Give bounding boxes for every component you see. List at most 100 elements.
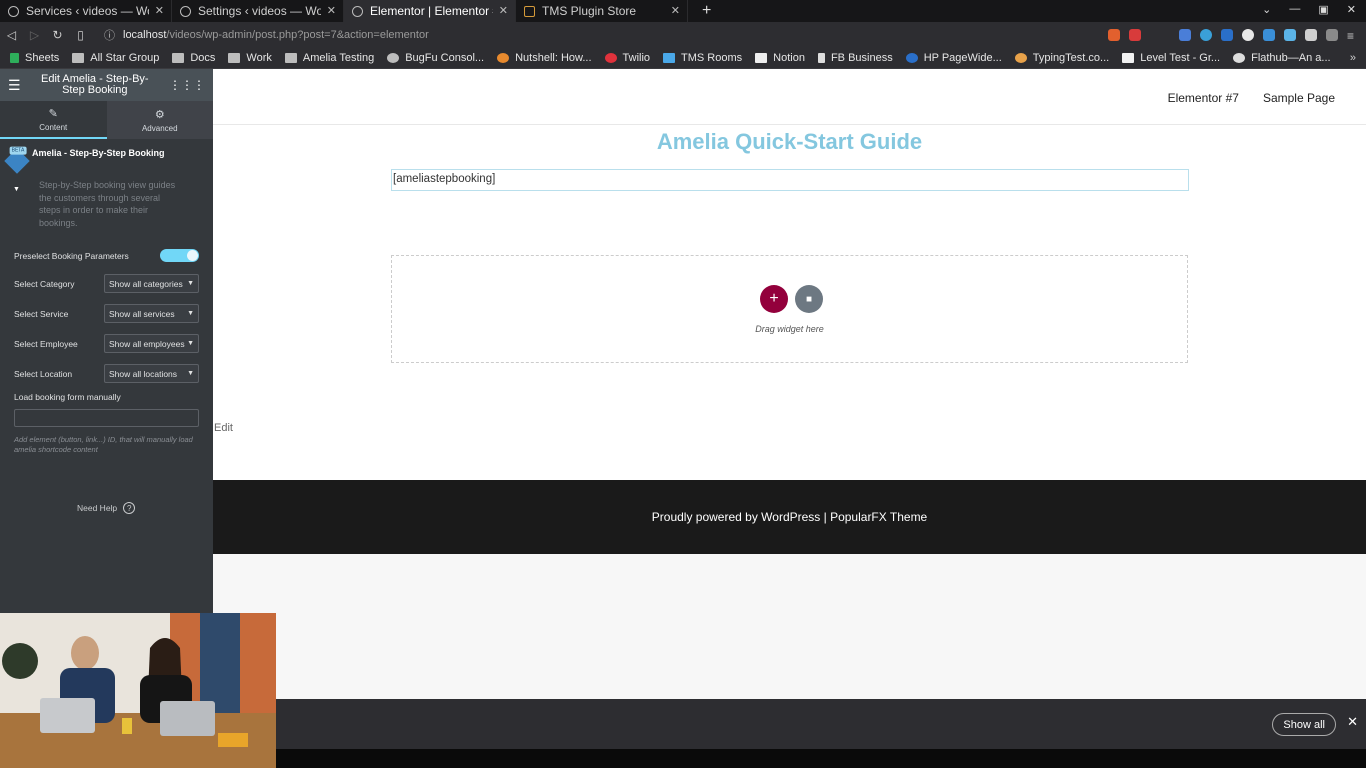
close-icon[interactable]: ✕ <box>1347 714 1358 730</box>
category-select[interactable]: Show all categories ▼ <box>104 274 199 293</box>
field-label: Select Category <box>14 278 75 289</box>
bookmark-item[interactable]: All Star Group <box>72 52 159 64</box>
bookmarks-bar: Sheets All Star Group Docs Work Amelia T… <box>0 47 1366 69</box>
preselect-row: Preselect Booking Parameters <box>14 249 199 262</box>
extension-icon[interactable] <box>1199 28 1212 41</box>
site-info-icon[interactable]: ⓘ <box>104 27 115 43</box>
extension-icon[interactable] <box>1262 28 1275 41</box>
field-row-employee: Select Employee Show all employees ▼ <box>14 334 199 353</box>
nav-link-sample-page[interactable]: Sample Page <box>1263 91 1335 105</box>
caret-down-icon[interactable]: ▼ <box>13 186 20 193</box>
extension-icon[interactable] <box>1220 28 1233 41</box>
header-divider <box>213 124 1366 125</box>
hamburger-menu-icon[interactable]: ☰ <box>8 77 21 94</box>
typingtest-icon <box>1014 52 1027 63</box>
page-preview: Elementor #7 Sample Page Amelia Quick-St… <box>213 69 1366 699</box>
bookmark-label: Flathub—An a... <box>1251 51 1331 64</box>
employee-select[interactable]: Show all employees ▼ <box>104 334 199 353</box>
sheets-icon <box>10 52 19 63</box>
need-help-link[interactable]: Need Help? <box>77 502 136 514</box>
browser-tab[interactable]: Settings ‹ videos — WordPress ✕ <box>172 0 344 22</box>
beta-badge: BETA <box>9 146 27 155</box>
bookmark-item[interactable]: Twilio <box>604 52 650 64</box>
maximize-icon[interactable]: ▣ <box>1318 3 1328 16</box>
tab-advanced[interactable]: ⚙ Advanced <box>107 101 214 139</box>
need-help-label: Need Help <box>77 503 118 513</box>
browser-tab[interactable]: Services ‹ videos — WordPress ✕ <box>0 0 172 22</box>
url-field[interactable]: ⓘ localhost/videos/wp-admin/post.php?pos… <box>104 27 1108 43</box>
bookmark-item[interactable]: Work <box>228 52 272 64</box>
show-all-button[interactable]: Show all <box>1272 713 1336 736</box>
extension-icon[interactable] <box>1178 28 1191 41</box>
brave-shield-icon[interactable] <box>1107 28 1120 41</box>
field-row-category: Select Category Show all categories ▼ <box>14 274 199 293</box>
nav-link-elementor-7[interactable]: Elementor #7 <box>1168 91 1239 105</box>
bookmark-item[interactable]: TypingTest.co... <box>1014 52 1109 64</box>
bookmark-item[interactable]: Docs <box>172 52 215 64</box>
load-form-id-input[interactable] <box>14 409 199 427</box>
widget-title: Amelia - Step-By-Step Booking <box>32 148 165 158</box>
close-icon[interactable]: ✕ <box>671 4 680 17</box>
brave-rewards-icon[interactable] <box>1128 28 1141 41</box>
tab-list-icon[interactable]: ⌄ <box>1262 3 1271 16</box>
bookmark-item[interactable]: TMS Rooms <box>663 52 742 64</box>
extension-icon[interactable] <box>1241 28 1254 41</box>
service-select[interactable]: Show all services ▼ <box>104 304 199 323</box>
forward-icon[interactable]: ▷ <box>23 28 46 42</box>
bookmark-label: Notion <box>773 51 805 64</box>
bookmark-item[interactable]: Amelia Testing <box>284 52 374 64</box>
bookmark-item[interactable]: Notion <box>755 52 805 64</box>
close-icon[interactable]: ✕ <box>327 4 336 17</box>
select-value: Show all services <box>109 308 175 319</box>
folder-icon <box>228 52 241 63</box>
reload-icon[interactable]: ↻ <box>46 28 69 42</box>
bookmark-item[interactable]: Flathub—An a... <box>1233 52 1331 64</box>
puzzle-icon[interactable] <box>1304 28 1317 41</box>
select-value: Show all locations <box>109 368 178 379</box>
widget-drop-zone[interactable]: + ■ Drag widget here <box>391 255 1188 363</box>
field-label: Select Service <box>14 308 69 319</box>
minimize-icon[interactable]: — <box>1289 3 1300 16</box>
close-icon[interactable]: ✕ <box>155 4 164 17</box>
bookmark-item[interactable]: BugFu Consol... <box>387 52 484 64</box>
bookmark-icon[interactable]: ▯ <box>69 28 92 42</box>
bookmark-item[interactable]: HP PageWide... <box>905 52 1002 64</box>
add-template-button[interactable]: ■ <box>795 285 823 313</box>
extension-icon[interactable] <box>1283 28 1296 41</box>
tab-content[interactable]: ✎ Content <box>0 101 107 139</box>
page-title: Amelia Quick-Start Guide <box>656 129 923 154</box>
address-bar: ◁ ▷ ↻ ▯ ⓘ localhost/videos/wp-admin/post… <box>0 22 1366 47</box>
question-icon: ? <box>123 502 136 514</box>
folder-icon <box>172 52 185 63</box>
back-icon[interactable]: ◁ <box>0 28 23 42</box>
location-select[interactable]: Show all locations ▼ <box>104 364 199 383</box>
widget-description: Step-by-Step booking view guides the cus… <box>39 180 176 228</box>
bookmark-item[interactable]: Nutshell: How... <box>497 52 592 64</box>
preselect-toggle[interactable] <box>160 249 199 262</box>
panel-tabs: ✎ Content ⚙ Advanced <box>0 101 213 139</box>
widget-header: BETA Amelia - Step-By-Step Booking <box>0 139 213 174</box>
close-icon[interactable]: ✕ <box>499 4 508 17</box>
bookmark-item[interactable]: Level Test - Gr... <box>1122 52 1220 64</box>
leveltest-icon <box>1122 52 1135 63</box>
edit-link[interactable]: Edit <box>214 422 233 434</box>
shortcode-widget[interactable]: [ameliastepbooking] <box>391 169 1189 191</box>
widgets-grid-icon[interactable]: ⋮⋮⋮ <box>169 78 205 92</box>
add-section-button[interactable]: + <box>760 285 788 313</box>
field-row-service: Select Service Show all services ▼ <box>14 304 199 323</box>
dropdown-arrow-icon: ▼ <box>187 310 194 317</box>
url-path: /videos/wp-admin/post.php?post=7&action=… <box>166 28 429 41</box>
amelia-logo-icon: BETA <box>4 146 30 174</box>
wallet-icon[interactable] <box>1325 28 1338 41</box>
browser-tab-active[interactable]: Elementor | Elementor #7 ✕ <box>344 0 516 22</box>
footer-text: Proudly powered by WordPress | PopularFX… <box>651 510 928 524</box>
menu-icon[interactable]: ≡ <box>1347 29 1354 43</box>
bookmark-item[interactable]: FB Business <box>817 52 893 64</box>
browser-tab[interactable]: TMS Plugin Store ✕ <box>516 0 688 22</box>
new-tab-button[interactable]: + <box>702 2 711 20</box>
site-footer: Proudly powered by WordPress | PopularFX… <box>213 480 1366 554</box>
close-window-icon[interactable]: ✕ <box>1347 3 1356 16</box>
panel-header: ☰ Edit Amelia - Step-By-Step Booking ⋮⋮⋮ <box>0 69 213 101</box>
more-bookmarks-icon[interactable]: » <box>1350 52 1356 64</box>
bookmark-item[interactable]: Sheets <box>10 52 59 64</box>
